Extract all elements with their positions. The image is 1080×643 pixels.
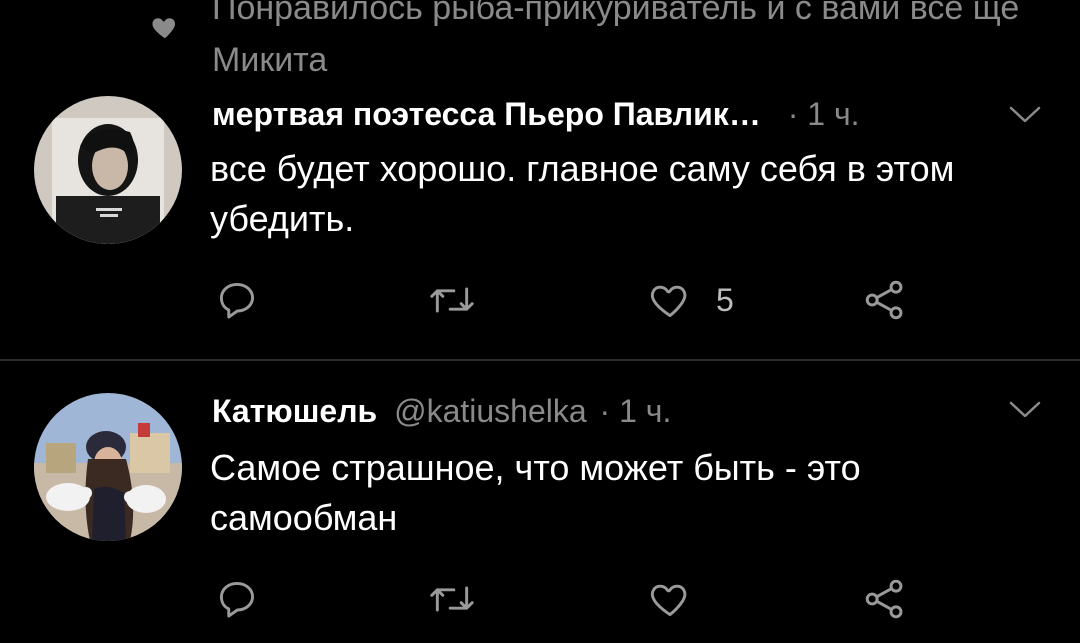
retweet-icon [428, 278, 476, 322]
reply-icon [215, 278, 259, 322]
author-name[interactable]: Катюшель [212, 393, 377, 429]
avatar[interactable] [34, 96, 182, 244]
retweet-button[interactable] [428, 577, 476, 621]
avatar[interactable] [34, 393, 182, 541]
like-button[interactable] [648, 278, 692, 322]
share-button[interactable] [862, 278, 908, 322]
reply-icon [215, 577, 259, 621]
like-count: 5 [716, 282, 734, 318]
tweet-text: все будет хорошо. главное саму себя в эт… [210, 148, 955, 239]
timestamp[interactable]: 1 ч. [619, 393, 671, 429]
tweet-text: Самое страшное, что может быть - это сам… [210, 447, 861, 538]
tweet-header: Катюшель @katiushelka · 1 ч. [212, 391, 671, 431]
liked-by-text: Понравилось рыба-прикуриватель и с вами … [212, 0, 1020, 79]
separator: · [787, 96, 799, 132]
liked-by-header: Понравилось рыба-прикуриватель и с вами … [0, 0, 1080, 80]
tweet-header: мертвая поэтесса Пьеро Павлик… · 1 ч. [212, 94, 860, 134]
tweet[interactable]: мертвая поэтесса Пьеро Павлик… · 1 ч. вс… [0, 80, 1080, 360]
retweet-button[interactable] [428, 278, 476, 322]
heart-icon [648, 577, 692, 621]
reply-button[interactable] [215, 577, 259, 621]
author-handle[interactable]: @katiushelka [394, 393, 587, 429]
like-button[interactable] [648, 577, 692, 621]
share-icon [862, 577, 908, 621]
author-name[interactable]: мертвая поэтесса Пьеро Павлик… [212, 96, 761, 132]
heart-icon [648, 278, 692, 322]
separator: · [599, 393, 611, 429]
chevron-down-icon[interactable] [1008, 104, 1042, 126]
tweet[interactable]: Катюшель @katiushelka · 1 ч. Самое страш… [0, 361, 1080, 643]
heart-icon [150, 12, 180, 42]
share-button[interactable] [862, 577, 908, 621]
chevron-down-icon[interactable] [1008, 399, 1042, 421]
timestamp[interactable]: 1 ч. [807, 96, 859, 132]
reply-button[interactable] [215, 278, 259, 322]
share-icon [862, 278, 908, 322]
retweet-icon [428, 577, 476, 621]
